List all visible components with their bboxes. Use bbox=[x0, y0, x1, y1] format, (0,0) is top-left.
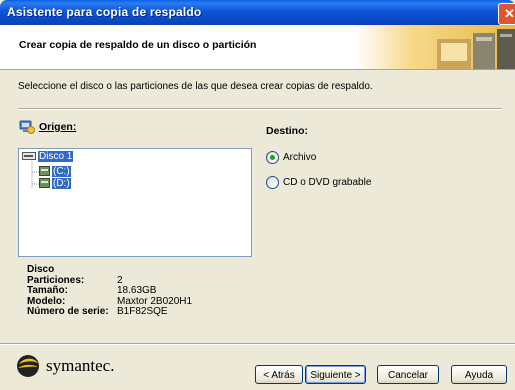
computer-icon bbox=[19, 120, 35, 134]
window-title: Asistente para copia de respaldo bbox=[7, 5, 202, 19]
disk-info-title: Disco bbox=[27, 264, 55, 275]
next-button[interactable]: Siguiente > bbox=[305, 365, 366, 384]
radio-checked-icon[interactable] bbox=[266, 151, 279, 164]
radio-cd-dvd[interactable]: CD o DVD grabable bbox=[266, 176, 371, 190]
title-bar[interactable]: Asistente para copia de respaldo ✕ bbox=[0, 0, 515, 25]
cancel-button[interactable]: Cancelar bbox=[377, 365, 439, 384]
divider bbox=[18, 108, 502, 110]
instruction-text: Seleccione el disco o las particiones de… bbox=[18, 81, 373, 92]
partition-icon bbox=[39, 166, 50, 177]
brand-wordmark: symantec. bbox=[46, 356, 115, 375]
radio-file[interactable]: Archivo bbox=[266, 151, 316, 165]
partition-icon bbox=[39, 178, 50, 189]
page-title: Crear copia de respaldo de un disco o pa… bbox=[19, 39, 257, 51]
symantec-ball-icon bbox=[17, 355, 39, 377]
help-button[interactable]: Ayuda bbox=[451, 365, 507, 384]
disk-info: Disco Particiones: 2 Tamaño: 18.63GB Model… bbox=[27, 264, 192, 318]
destination-label: Destino: bbox=[266, 125, 308, 137]
tree-item-partition-d[interactable]: (D:) bbox=[39, 178, 71, 190]
header-banner-image bbox=[355, 25, 515, 69]
source-label: Origen: bbox=[19, 120, 76, 134]
tree-item-disk[interactable]: Disco 1 bbox=[22, 151, 74, 163]
source-tree[interactable]: Disco 1 (C:) (D:) bbox=[18, 148, 252, 257]
wizard-header: Crear copia de respaldo de un disco o pa… bbox=[0, 25, 515, 70]
tree-item-partition-c[interactable]: (C:) bbox=[39, 166, 71, 178]
back-button[interactable]: < Atrás bbox=[255, 365, 303, 384]
close-button[interactable]: ✕ bbox=[498, 3, 515, 25]
hard-disk-icon bbox=[22, 152, 36, 161]
radio-unchecked-icon[interactable] bbox=[266, 176, 279, 189]
disk-info-row: Número de serie: B1F82SQE bbox=[27, 306, 168, 317]
footer-divider bbox=[0, 343, 515, 345]
wizard-window: Asistente para copia de respaldo ✕ Crear… bbox=[0, 0, 515, 390]
close-icon: ✕ bbox=[504, 6, 515, 21]
